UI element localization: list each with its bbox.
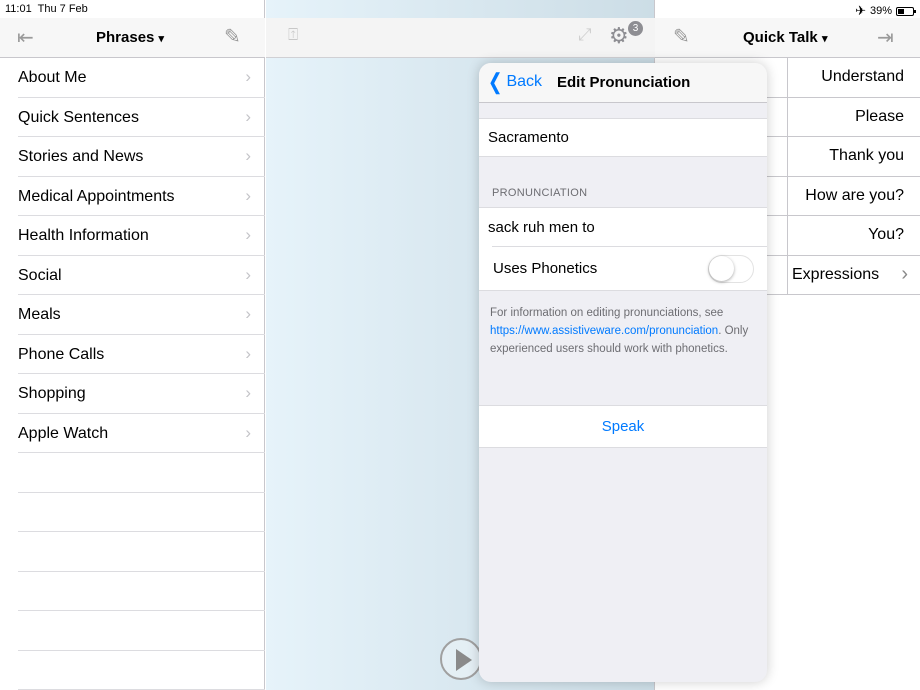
info-text-before: For information on editing pronunciation… xyxy=(490,307,724,319)
phrases-title-button[interactable]: Phrases ▾ xyxy=(96,29,164,46)
quick-talk-button[interactable]: How are you? xyxy=(805,187,904,205)
collapse-left-icon[interactable]: ⇤ xyxy=(17,25,34,50)
pronunciation-info-text: For information on editing pronunciation… xyxy=(490,304,760,358)
back-label: Back xyxy=(506,73,543,90)
settings-badge: 3 xyxy=(628,21,643,36)
list-item[interactable]: Stories and News › xyxy=(18,137,265,177)
collapse-right-icon[interactable]: ⇥ xyxy=(877,25,894,50)
list-item[interactable]: Health Information › xyxy=(18,216,265,256)
status-time: 11:01 xyxy=(5,3,32,15)
list-item[interactable]: Phone Calls › xyxy=(18,335,265,374)
list-item[interactable]: Shopping › xyxy=(18,374,265,414)
pronunciation-field[interactable]: sack ruh men to xyxy=(488,219,595,236)
chevron-right-icon: › xyxy=(245,343,251,363)
quick-talk-title-button[interactable]: Quick Talk ▾ xyxy=(743,29,827,46)
pronunciation-section-header: PRONUNCIATION xyxy=(492,187,588,199)
list-item-label: Medical Appointments xyxy=(18,187,175,205)
phrases-nav-bar: ⇤ Phrases ▾ ✎ xyxy=(0,18,265,58)
chevron-right-icon: › xyxy=(245,264,251,284)
quick-talk-button[interactable]: Please xyxy=(855,108,904,126)
list-item-label: Phone Calls xyxy=(18,345,105,363)
empty-row xyxy=(18,572,265,611)
list-item-label: About Me xyxy=(18,69,87,86)
status-time-date: 11:01 Thu 7 Feb xyxy=(5,3,88,15)
chevron-right-icon: › xyxy=(245,67,251,86)
list-item[interactable]: Apple Watch › xyxy=(18,414,265,453)
play-icon[interactable] xyxy=(440,638,482,680)
pencil-icon[interactable]: ✎ xyxy=(224,24,241,49)
status-date: Thu 7 Feb xyxy=(37,3,88,15)
chevron-right-icon: › xyxy=(245,185,251,205)
list-item-label: Social xyxy=(18,266,62,284)
list-item[interactable]: Medical Appointments › xyxy=(18,177,265,216)
chevron-down-icon: ▾ xyxy=(158,33,165,45)
quick-talk-title: Quick Talk xyxy=(743,29,818,46)
chevron-down-icon: ▾ xyxy=(821,33,828,45)
chevron-right-icon: › xyxy=(245,383,251,402)
chevron-right-icon: › xyxy=(901,262,908,285)
list-item-label: Apple Watch xyxy=(18,424,109,442)
back-chevron-icon: ❮ xyxy=(487,69,503,94)
separator xyxy=(492,246,767,247)
pronunciation-help-link[interactable]: https://www.assistiveware.com/pronunciat… xyxy=(490,325,718,337)
expressions-label: Expressions xyxy=(792,265,880,283)
battery-icon xyxy=(896,6,916,16)
back-button[interactable]: ❮ Back xyxy=(486,69,543,94)
list-item[interactable]: About Me › xyxy=(18,58,265,98)
empty-row xyxy=(18,532,265,572)
quick-talk-button[interactable]: You? xyxy=(868,226,904,244)
popover-nav-bar: ❮ Back Edit Pronunciation xyxy=(479,63,767,103)
list-item[interactable]: Quick Sentences › xyxy=(18,98,265,137)
status-bar: 11:01 Thu 7 Feb ✈ 39% xyxy=(0,0,920,18)
airplane-icon: ✈ xyxy=(855,3,866,18)
quick-talk-button[interactable]: Understand xyxy=(821,68,904,86)
uses-phonetics-toggle[interactable] xyxy=(708,255,754,283)
list-item-label: Shopping xyxy=(18,385,86,402)
chevron-right-icon: › xyxy=(245,225,251,244)
chevron-right-icon: › xyxy=(245,106,251,126)
list-item-label: Meals xyxy=(18,306,61,323)
status-indicators: ✈ 39% xyxy=(855,3,916,19)
gear-icon[interactable]: ⚙ xyxy=(609,23,629,49)
message-toolbar: ⍐ ⤢ ⚙ 3 xyxy=(266,18,655,58)
quick-talk-nav-bar: ✎ Quick Talk ▾ ⇥ xyxy=(655,18,920,58)
popover-title: Edit Pronunciation xyxy=(557,74,691,91)
empty-row xyxy=(18,611,265,651)
battery-percent: 39% xyxy=(869,5,892,17)
fullscreen-icon[interactable]: ⤢ xyxy=(578,25,592,45)
phrases-panel: ⇤ Phrases ▾ ✎ About Me › Quick Sentences ›… xyxy=(0,0,265,690)
empty-row xyxy=(18,651,265,690)
empty-row xyxy=(18,453,265,493)
phrases-title: Phrases xyxy=(96,29,155,46)
quick-talk-button[interactable]: Thank you xyxy=(829,147,904,165)
chevron-right-icon: › xyxy=(245,422,251,442)
pronunciation-group: sack ruh men to Uses Phonetics xyxy=(479,207,767,291)
list-item-label: Quick Sentences xyxy=(18,108,139,126)
phrase-list: About Me › Quick Sentences › Stories and N… xyxy=(18,58,265,690)
chevron-right-icon: › xyxy=(245,146,251,165)
share-icon[interactable]: ⍐ xyxy=(288,25,298,45)
list-item[interactable]: Social › xyxy=(18,256,265,295)
uses-phonetics-label: Uses Phonetics xyxy=(493,260,598,277)
list-item-label: Stories and News xyxy=(18,148,144,165)
speak-label: Speak xyxy=(601,418,645,435)
list-item[interactable]: Meals › xyxy=(18,295,265,335)
chevron-right-icon: › xyxy=(245,304,251,323)
edit-pronunciation-popover: ❮ Back Edit Pronunciation Sacramento PRO… xyxy=(479,63,767,682)
speak-button[interactable]: Speak xyxy=(479,405,767,448)
word-field[interactable]: Sacramento xyxy=(479,118,767,157)
list-item-label: Health Information xyxy=(18,227,149,244)
pencil-icon[interactable]: ✎ xyxy=(673,24,690,49)
empty-row xyxy=(18,493,265,532)
word-value: Sacramento xyxy=(488,129,569,146)
